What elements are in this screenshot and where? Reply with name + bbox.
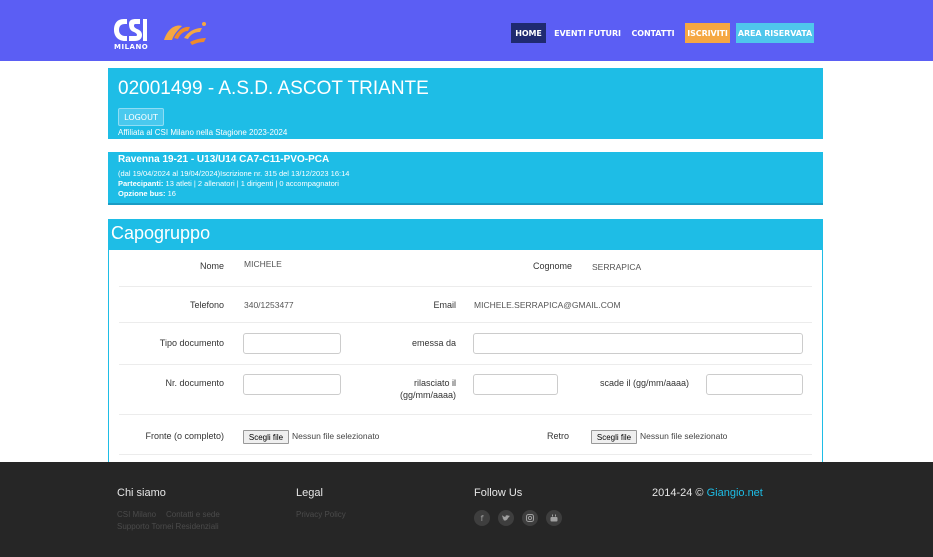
stadium-sport-logo[interactable]	[160, 18, 210, 48]
footer-follow-heading: Follow Us	[474, 487, 523, 499]
row-divider	[119, 364, 812, 365]
row-divider	[119, 414, 812, 415]
footer-copyright: 2014-24 © Giangio.net	[652, 487, 763, 499]
scade-label: scade il (gg/mm/aaaa)	[599, 378, 689, 388]
event-participants: Partecipanti: 13 atleti | 2 allenatori |…	[118, 179, 339, 188]
nome-label: Nome	[199, 261, 224, 271]
logout-button[interactable]: LOGOUT	[118, 108, 164, 126]
club-affiliation: Affiliata al CSI Milano nella Stagione 2…	[118, 128, 288, 137]
fronte-file-button[interactable]: Scegli file	[243, 430, 289, 444]
fronte-label: Fronte (o completo)	[145, 431, 224, 441]
capogruppo-panel: Capogruppo Nome MICHELE Cognome SERRAPIC…	[108, 219, 823, 465]
capogruppo-header: Capogruppo	[109, 220, 822, 250]
navbar: MILANO HOME EVENTI FUTURI CONTATTI ISCRI…	[0, 0, 933, 61]
youtube-icon[interactable]	[546, 510, 562, 526]
rilasciato-input[interactable]	[473, 374, 558, 395]
footer-legal-heading: Legal	[296, 487, 323, 499]
participants-value: 13 atleti | 2 allenatori | 1 dirigenti |…	[165, 179, 339, 188]
row-divider	[119, 322, 812, 323]
youtube-glyph	[550, 514, 558, 522]
rilasciato-label-line1: rilasciato il	[413, 378, 456, 388]
telefono-value: 340/1253477	[244, 300, 294, 310]
copyright-text: 2014-24 ©	[652, 487, 704, 499]
tipo-documento-label: Tipo documento	[159, 338, 224, 348]
footer-link-csi-milano[interactable]: CSI Milano	[117, 510, 156, 519]
emessa-da-label: emessa da	[411, 338, 456, 348]
event-dates: (dal 19/04/2024 al 19/04/2024)Iscrizione…	[118, 169, 350, 178]
club-title: 02001499 - A.S.D. ASCOT TRIANTE	[118, 78, 429, 99]
email-value: MICHELE.SERRAPICA@GMAIL.COM	[474, 300, 621, 310]
nav-iscriviti[interactable]: ISCRIVITI	[685, 23, 730, 43]
retro-file-status: Nessun file selezionato	[640, 431, 728, 441]
nav-area-riservata[interactable]: AREA RISERVATA	[736, 23, 814, 43]
row-divider	[119, 454, 812, 455]
nav-eventi-futuri[interactable]: EVENTI FUTURI	[554, 23, 621, 43]
nr-documento-label: Nr. documento	[165, 378, 224, 388]
csi-milano-logo[interactable]: MILANO	[112, 17, 152, 51]
cognome-value: SERRAPICA	[592, 262, 642, 272]
cognome-label: Cognome	[532, 261, 572, 271]
footer-link-contatti[interactable]: Contatti e sede	[166, 510, 220, 519]
club-panel: 02001499 - A.S.D. ASCOT TRIANTE LOGOUT A…	[108, 68, 823, 139]
logo-milano-text: MILANO	[114, 43, 149, 51]
telefono-label: Telefono	[189, 300, 224, 310]
csi-logo-icon	[114, 19, 147, 41]
fronte-file-status: Nessun file selezionato	[292, 431, 380, 441]
rilasciato-label: rilasciato il (gg/mm/aaaa)	[379, 378, 456, 400]
scade-input[interactable]	[706, 374, 803, 395]
retro-file-button[interactable]: Scegli file	[591, 430, 637, 444]
nav-home[interactable]: HOME	[511, 23, 546, 43]
footer-link-supporto[interactable]: Supporto Tornei Residenziali	[117, 522, 219, 531]
instagram-glyph	[526, 514, 534, 522]
twitter-glyph	[502, 514, 510, 521]
bus-value: 16	[167, 189, 176, 198]
footer-chi-siamo-heading: Chi siamo	[117, 487, 166, 499]
copyright-brand-link[interactable]: Giangio.net	[707, 487, 763, 499]
row-divider	[119, 286, 812, 287]
bus-label: Opzione bus:	[118, 189, 166, 198]
nome-value: MICHELE	[244, 259, 282, 269]
email-label: Email	[433, 300, 456, 310]
capogruppo-title: Capogruppo	[111, 223, 211, 243]
twitter-icon[interactable]	[498, 510, 514, 526]
participants-label: Partecipanti:	[118, 179, 164, 188]
instagram-icon[interactable]	[522, 510, 538, 526]
nav-contatti[interactable]: CONTATTI	[629, 23, 677, 43]
footer-link-privacy[interactable]: Privacy Policy	[296, 510, 346, 519]
footer: Chi siamo CSI Milano Contatti e sede Sup…	[0, 462, 933, 557]
facebook-icon[interactable]: f	[474, 510, 490, 526]
event-title: Ravenna 19-21 - U13/U14 CA7-C11-PVO-PCA	[118, 154, 330, 165]
emessa-da-input[interactable]	[473, 333, 803, 354]
tipo-documento-input[interactable]	[243, 333, 341, 354]
event-bus: Opzione bus: 16	[118, 189, 176, 198]
event-panel: Ravenna 19-21 - U13/U14 CA7-C11-PVO-PCA …	[108, 152, 823, 205]
retro-label: Retro	[546, 431, 569, 441]
nr-documento-input[interactable]	[243, 374, 341, 395]
rilasciato-label-line2: (gg/mm/aaaa)	[399, 390, 456, 400]
